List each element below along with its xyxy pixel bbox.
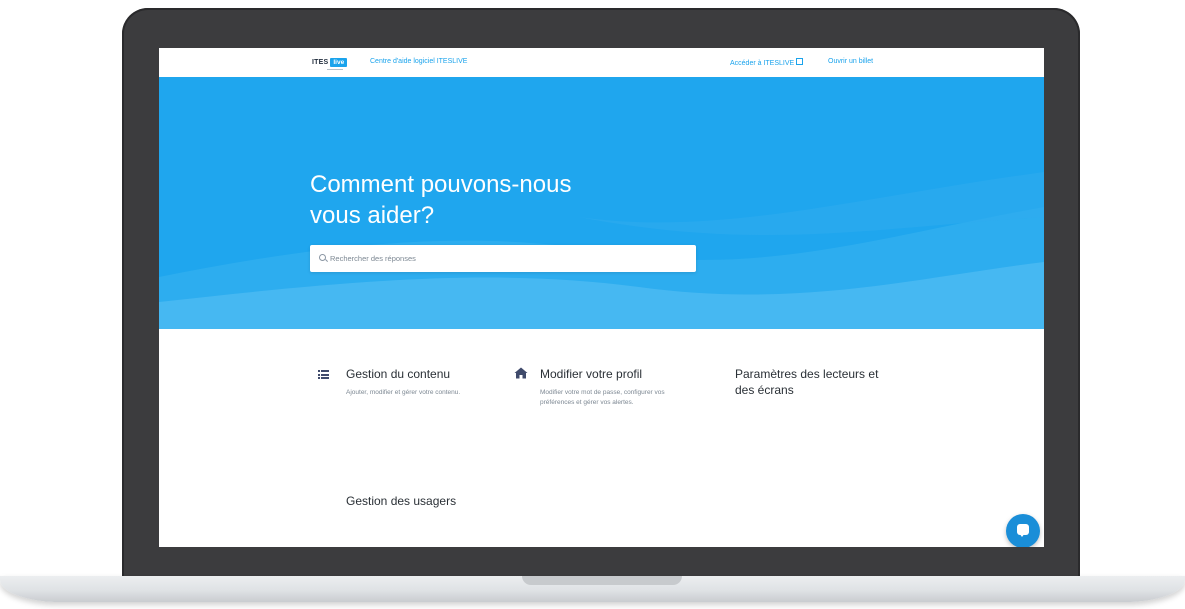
chat-launcher-button[interactable] xyxy=(1006,514,1040,547)
list-icon xyxy=(318,370,329,379)
category-description: Modifier votre mot de passe, configurer … xyxy=(540,389,665,406)
hero-banner: Comment pouvons-nous vous aider? xyxy=(159,77,1044,329)
category-title: Paramètres des lecteurs et des écrans xyxy=(735,367,879,397)
category-title: Gestion du contenu xyxy=(346,367,451,381)
category-title: Modifier votre profil xyxy=(540,367,643,381)
open-ticket-link[interactable]: Ouvrir un billet xyxy=(828,58,873,65)
category-description: Ajouter, modifier et gérer votre contenu… xyxy=(346,389,461,396)
category-title: Gestion des usagers xyxy=(346,494,457,508)
home-icon xyxy=(514,367,528,379)
search-icon xyxy=(319,254,326,261)
site-title-link[interactable]: Centre d'aide logiciel ITESLIVE xyxy=(370,58,467,65)
category-reader-screen-settings[interactable]: Paramètres des lecteurs et des écrans xyxy=(735,366,895,398)
external-link-icon xyxy=(796,58,804,65)
access-link-label: Accéder à ITESLIVE xyxy=(730,60,795,67)
search-box[interactable] xyxy=(310,245,696,272)
logo-text: ITES xyxy=(312,58,329,66)
laptop-notch xyxy=(522,576,682,585)
chat-bubble-icon xyxy=(1017,524,1029,537)
hero-title-line2: vous aider? xyxy=(310,202,435,229)
hero-title-line1: Comment pouvons-nous xyxy=(310,171,572,198)
laptop-screen: ITES live Centre d'aide logiciel ITESLIV… xyxy=(159,48,1044,547)
iteslive-logo[interactable]: ITES live xyxy=(312,55,348,69)
category-user-management[interactable]: Gestion des usagers xyxy=(346,493,506,509)
hero-title: Comment pouvons-nous vous aider? xyxy=(310,169,730,231)
top-navigation-bar: ITES live Centre d'aide logiciel ITESLIV… xyxy=(159,48,1044,77)
search-input[interactable] xyxy=(330,245,690,272)
logo-badge: live xyxy=(330,57,348,67)
access-iteslive-link[interactable]: Accéder à ITESLIVE xyxy=(730,58,804,67)
logo-underline xyxy=(327,69,343,70)
